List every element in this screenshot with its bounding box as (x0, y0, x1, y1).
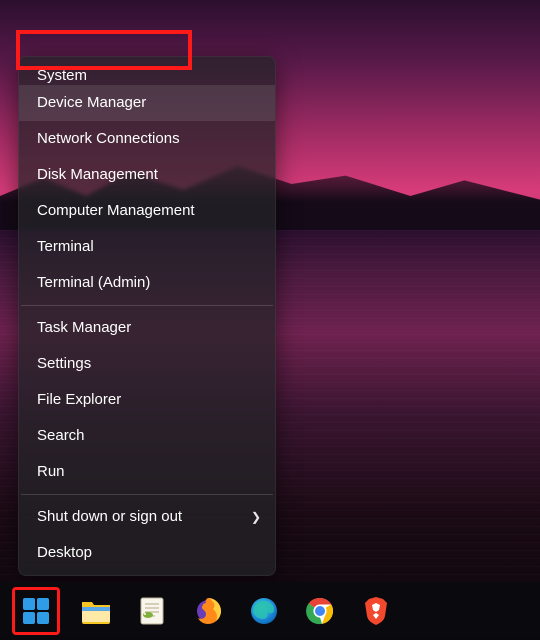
edge-icon (249, 596, 279, 626)
menu-item-label: Device Manager (37, 94, 146, 111)
taskbar-chrome[interactable] (300, 591, 340, 631)
chrome-icon (305, 596, 335, 626)
winx-context-menu: System Device Manager Network Connection… (18, 56, 276, 576)
start-button[interactable] (12, 587, 60, 635)
notepad-plus-plus-icon (138, 596, 166, 626)
menu-item-label: Computer Management (37, 202, 195, 219)
taskbar-firefox[interactable] (188, 591, 228, 631)
menu-item-label: Search (37, 427, 85, 444)
start-icon (22, 597, 50, 625)
menu-item-label: Network Connections (37, 130, 180, 147)
taskbar-file-explorer[interactable] (76, 591, 116, 631)
menu-item-terminal-admin[interactable]: Terminal (Admin) (19, 265, 275, 301)
taskbar (0, 582, 540, 640)
menu-item-device-manager[interactable]: Device Manager (19, 85, 275, 121)
menu-item-terminal[interactable]: Terminal (19, 229, 275, 265)
menu-item-label: Terminal (37, 238, 94, 255)
menu-item-shutdown-signout[interactable]: Shut down or sign out ❯ (19, 499, 275, 535)
menu-item-label: Desktop (37, 544, 92, 561)
menu-item-desktop[interactable]: Desktop (19, 535, 275, 571)
menu-separator (21, 494, 273, 495)
menu-item-search[interactable]: Search (19, 418, 275, 454)
menu-item-computer-management[interactable]: Computer Management (19, 193, 275, 229)
taskbar-edge[interactable] (244, 591, 284, 631)
chevron-right-icon: ❯ (251, 499, 261, 535)
brave-icon (363, 596, 389, 626)
menu-item-label: File Explorer (37, 391, 121, 408)
firefox-icon (193, 596, 223, 626)
menu-item-disk-management[interactable]: Disk Management (19, 157, 275, 193)
menu-item-file-explorer[interactable]: File Explorer (19, 382, 275, 418)
menu-item-label: Task Manager (37, 319, 131, 336)
menu-item-label: System (37, 67, 87, 84)
menu-item-label: Run (37, 463, 65, 480)
menu-item-run[interactable]: Run (19, 454, 275, 490)
menu-item-system[interactable]: System (19, 61, 275, 85)
menu-item-label: Terminal (Admin) (37, 274, 150, 291)
menu-item-network-connections[interactable]: Network Connections (19, 121, 275, 157)
file-explorer-icon (81, 598, 111, 624)
menu-item-settings[interactable]: Settings (19, 346, 275, 382)
taskbar-brave[interactable] (356, 591, 396, 631)
menu-item-label: Shut down or sign out (37, 508, 182, 525)
menu-item-task-manager[interactable]: Task Manager (19, 310, 275, 346)
menu-item-label: Settings (37, 355, 91, 372)
menu-separator (21, 305, 273, 306)
taskbar-notepad-plus-plus[interactable] (132, 591, 172, 631)
menu-item-label: Disk Management (37, 166, 158, 183)
